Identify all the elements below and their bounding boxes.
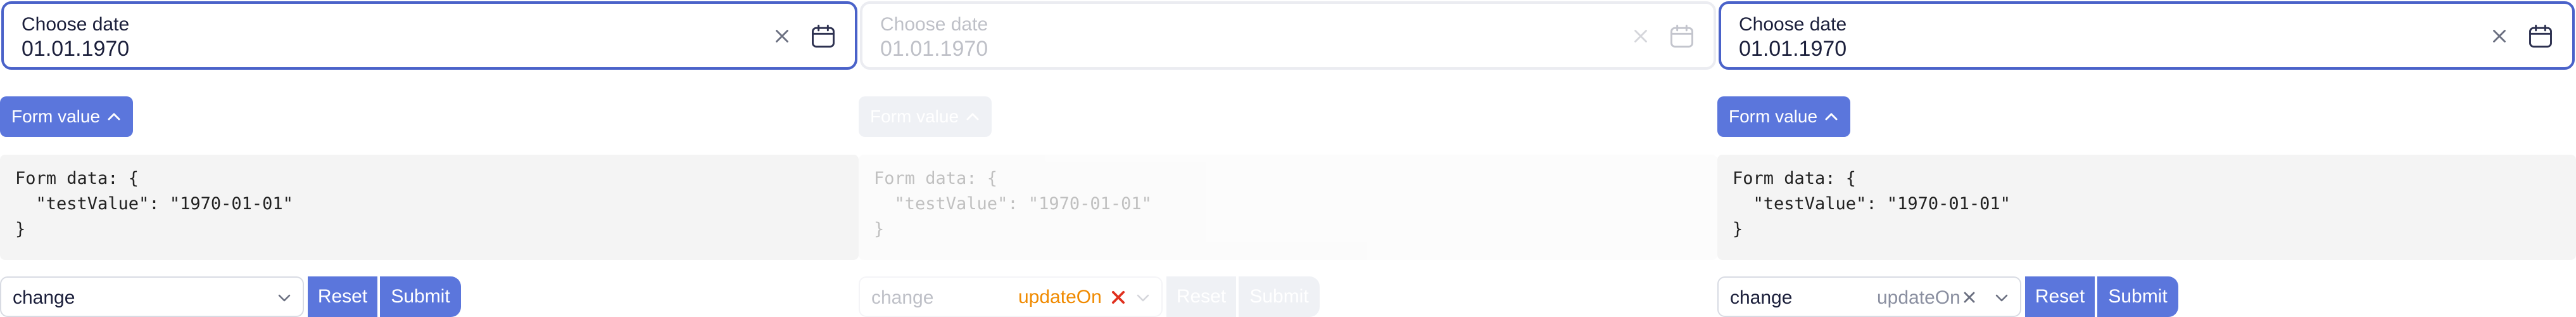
code-line: "testValue": "1970-01-01" bbox=[1733, 194, 2011, 214]
form-value-toggle-button[interactable]: Form value bbox=[1717, 96, 1850, 137]
date-label: Choose date bbox=[1739, 14, 1847, 35]
date-value[interactable]: 01.01.1970 bbox=[22, 37, 129, 61]
chevron-down-icon[interactable] bbox=[1993, 293, 2010, 303]
calendar-icon[interactable] bbox=[2527, 22, 2554, 51]
select-value: change bbox=[1730, 287, 1793, 308]
code-line: Form data: { bbox=[1733, 169, 1857, 188]
date-value[interactable]: 01.01.1970 bbox=[1739, 37, 1847, 61]
chevron-up-icon bbox=[966, 113, 979, 120]
form-value-label: Form value bbox=[11, 107, 101, 126]
clear-icon[interactable] bbox=[1630, 25, 1651, 47]
clear-icon[interactable] bbox=[2489, 25, 2510, 47]
date-label: Choose date bbox=[22, 14, 130, 35]
form-data-output: Form data: { "testValue": "1970-01-01"} bbox=[859, 155, 1717, 260]
form-value-label: Form value bbox=[1729, 107, 1818, 126]
chevron-up-icon bbox=[1825, 113, 1838, 120]
demo-column-1: Choose date 01.01.1970 Form value Form d… bbox=[0, 0, 859, 317]
code-line: } bbox=[15, 219, 26, 239]
calendar-icon[interactable] bbox=[1668, 22, 1696, 51]
code-line: } bbox=[1733, 219, 1743, 239]
form-value-toggle-button[interactable]: Form value bbox=[859, 96, 992, 137]
date-input-field[interactable]: Choose date 01.01.1970 bbox=[1, 1, 857, 70]
update-on-select[interactable]: change bbox=[0, 276, 304, 317]
update-on-chip-label: updateOn bbox=[1018, 287, 1102, 307]
submit-button[interactable]: Submit bbox=[380, 276, 461, 317]
date-label: Choose date bbox=[880, 14, 988, 35]
submit-button[interactable]: Submit bbox=[2097, 276, 2178, 317]
reset-button[interactable]: Reset bbox=[2025, 276, 2095, 317]
date-input-field[interactable]: Choose date 01.01.1970 bbox=[1719, 1, 2575, 70]
demo-column-3: Choose date 01.01.1970 Form value Form d… bbox=[1717, 0, 2576, 317]
code-line: } bbox=[874, 219, 885, 239]
reset-button[interactable]: Reset bbox=[1166, 276, 1236, 317]
chevron-down-icon[interactable] bbox=[1135, 293, 1151, 303]
chevron-down-icon[interactable] bbox=[276, 293, 293, 303]
submit-button[interactable]: Submit bbox=[1239, 276, 1320, 317]
select-clear-icon[interactable] bbox=[1960, 288, 1978, 306]
update-on-chip: updateOn bbox=[1018, 287, 1127, 308]
select-value: change bbox=[13, 287, 75, 308]
clear-icon[interactable] bbox=[771, 25, 793, 47]
code-line: Form data: { bbox=[15, 169, 139, 188]
form-data-output: Form data: { "testValue": "1970-01-01"} bbox=[0, 155, 859, 260]
code-line: "testValue": "1970-01-01" bbox=[15, 194, 293, 214]
code-line: "testValue": "1970-01-01" bbox=[874, 194, 1152, 214]
chevron-up-icon bbox=[108, 113, 120, 120]
close-icon[interactable] bbox=[1109, 288, 1127, 306]
reset-button[interactable]: Reset bbox=[308, 276, 377, 317]
demo-column-2: Choose date 01.01.1970 Form value Form d… bbox=[859, 0, 1717, 317]
date-value[interactable]: 01.01.1970 bbox=[880, 37, 988, 61]
select-value: change bbox=[871, 287, 934, 308]
form-value-toggle-button[interactable]: Form value bbox=[0, 96, 133, 137]
form-value-label: Form value bbox=[870, 107, 959, 126]
code-line: Form data: { bbox=[874, 169, 998, 188]
date-input-field[interactable]: Choose date 01.01.1970 bbox=[860, 1, 1716, 70]
update-on-select[interactable]: change updateOn bbox=[1717, 276, 2021, 317]
form-data-output: Form data: { "testValue": "1970-01-01"} bbox=[1717, 155, 2576, 260]
select-updateon-label: updateOn bbox=[1877, 287, 1960, 308]
calendar-icon[interactable] bbox=[809, 22, 837, 51]
